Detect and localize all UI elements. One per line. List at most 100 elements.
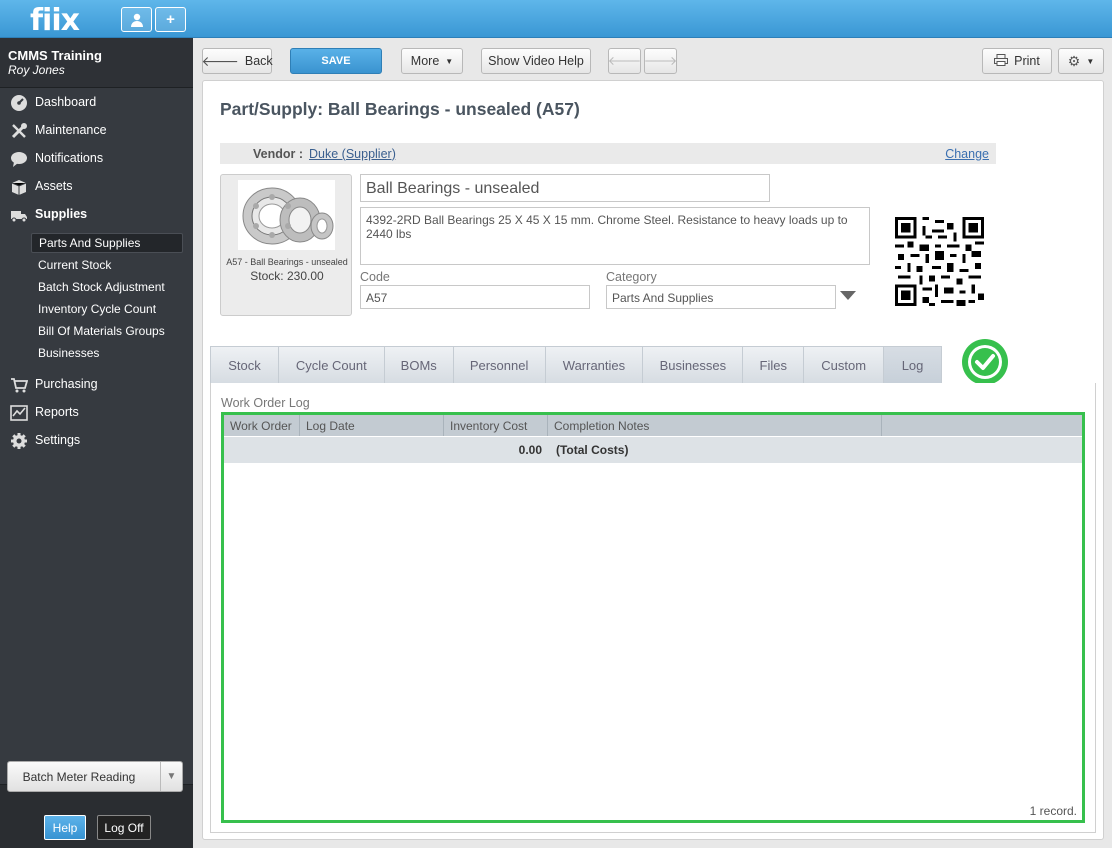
work-order-log-title: Work Order Log [221, 396, 310, 410]
caret-down-icon: ▼ [1086, 56, 1095, 66]
save-button[interactable]: SAVE [290, 48, 382, 74]
prev-record-button[interactable]: 🡐 [608, 48, 641, 74]
nav-purchasing[interactable]: Purchasing [0, 371, 193, 397]
ball-bearing-image [238, 180, 335, 250]
batch-meter-reading-label: Batch Meter Reading [22, 769, 136, 784]
nav-label: Settings [35, 433, 81, 447]
next-record-button[interactable]: 🡒 [644, 48, 677, 74]
vendor-bar: Vendor : Duke (Supplier) Change [220, 143, 996, 164]
page-title: Part/Supply: Ball Bearings - unsealed (A… [220, 99, 580, 119]
gear-icon [9, 431, 28, 450]
code-input[interactable]: A57 [360, 285, 590, 309]
tab-stock[interactable]: Stock [211, 347, 279, 383]
user-name[interactable]: Roy Jones [8, 63, 185, 77]
work-order-log-table: Work Order Log Date Inventory Cost Compl… [221, 412, 1085, 823]
nav-settings[interactable]: Settings [0, 427, 193, 453]
back-label: Back [244, 54, 273, 68]
dashboard-icon [9, 93, 28, 112]
sidebar-header: CMMS Training Roy Jones [0, 38, 193, 88]
tab-custom[interactable]: Custom [804, 347, 885, 383]
fiix-logo[interactable]: fiix [30, 3, 80, 38]
sub-batch-stock-adjustment[interactable]: Batch Stock Adjustment [31, 277, 183, 297]
more-label: More [410, 54, 440, 68]
nav-supplies[interactable]: Supplies [0, 201, 193, 227]
tab-personnel[interactable]: Personnel [454, 347, 546, 383]
part-name-input[interactable]: Ball Bearings - unsealed [360, 174, 770, 202]
nav-label: Notifications [35, 151, 104, 165]
tab-boms[interactable]: BOMs [385, 347, 454, 383]
sub-bill-of-materials-groups[interactable]: Bill Of Materials Groups [31, 321, 183, 341]
record-count: 1 record. [1029, 804, 1077, 818]
chart-icon [9, 403, 28, 422]
nav-notifications[interactable]: Notifications [0, 145, 193, 171]
part-image-card[interactable]: A57 - Ball Bearings - unsealed Stock: 23… [220, 174, 352, 316]
company-name: CMMS Training [8, 48, 102, 63]
nav-maintenance[interactable]: Maintenance [0, 117, 193, 143]
nav-label: Assets [35, 179, 73, 193]
table-header: Work Order Log Date Inventory Cost Compl… [224, 415, 1082, 436]
record-tabs: Stock Cycle Count BOMs Personnel Warrant… [210, 346, 942, 383]
tab-files[interactable]: Files [743, 347, 805, 383]
chevron-down-icon[interactable]: ▼ [160, 762, 182, 791]
stock-quantity: Stock: 230.00 [250, 269, 324, 283]
total-cost-value: 0.00 [518, 443, 542, 457]
vendor-link[interactable]: Duke (Supplier) [309, 147, 396, 161]
tab-businesses[interactable]: Businesses [643, 347, 744, 383]
help-button[interactable]: Help [44, 815, 86, 840]
part-description-textarea[interactable]: 4392-2RD Ball Bearings 25 X 45 X 15 mm. … [360, 207, 870, 265]
category-dropdown-icon[interactable] [840, 291, 856, 300]
nav-dashboard[interactable]: Dashboard [0, 89, 193, 115]
settings-dropdown-button[interactable]: ⚙ ▼ [1058, 48, 1104, 74]
tab-log[interactable]: Log [884, 347, 941, 383]
tab-warranties[interactable]: Warranties [546, 347, 644, 383]
nav-reports[interactable]: Reports [0, 399, 193, 425]
arrow-right-icon: 🡒 [643, 53, 678, 68]
truck-icon [9, 205, 28, 224]
top-bar: fiix + [0, 0, 1112, 38]
arrow-left-icon: 🡐 [201, 52, 239, 69]
sub-businesses[interactable]: Businesses [31, 343, 183, 363]
arrow-left-icon: 🡐 [607, 53, 642, 68]
log-off-button[interactable]: Log Off [97, 815, 151, 840]
sidebar: CMMS Training Roy Jones Dashboard Mainte… [0, 38, 193, 848]
printer-icon [994, 53, 1009, 69]
user-button[interactable] [121, 7, 152, 32]
code-label: Code [360, 270, 390, 284]
nav-label: Purchasing [35, 377, 98, 391]
cart-icon [9, 375, 28, 394]
nav-label: Supplies [35, 207, 88, 221]
nav-label: Maintenance [35, 123, 107, 137]
image-caption: A57 - Ball Bearings - unsealed [226, 257, 348, 267]
add-button[interactable]: + [155, 7, 186, 32]
sub-parts-and-supplies[interactable]: Parts And Supplies [31, 233, 183, 253]
col-inventory-cost[interactable]: Inventory Cost [444, 415, 548, 436]
nav-label: Reports [35, 405, 79, 419]
category-input[interactable]: Parts And Supplies [606, 285, 836, 309]
sub-current-stock[interactable]: Current Stock [31, 255, 183, 275]
category-label: Category [606, 270, 657, 284]
box-icon [9, 177, 28, 196]
gear-icon: ⚙ [1067, 52, 1081, 69]
show-video-help-button[interactable]: Show Video Help [481, 48, 591, 74]
sub-inventory-cycle-count[interactable]: Inventory Cycle Count [31, 299, 183, 319]
chat-icon [9, 149, 28, 168]
more-button[interactable]: More ▼ [401, 48, 463, 74]
vendor-label: Vendor : [253, 146, 304, 161]
change-vendor-link[interactable]: Change [945, 147, 989, 161]
col-completion-notes[interactable]: Completion Notes [548, 415, 882, 436]
user-icon [130, 13, 143, 27]
print-label: Print [1014, 54, 1040, 68]
col-work-order[interactable]: Work Order [224, 415, 300, 436]
nav-assets[interactable]: Assets [0, 173, 193, 199]
print-button[interactable]: Print [982, 48, 1052, 74]
nav-label: Dashboard [35, 95, 97, 109]
batch-meter-reading-button[interactable]: Batch Meter Reading ▼ [7, 761, 183, 792]
qr-code-image [895, 217, 984, 306]
col-extra [882, 415, 1082, 436]
col-log-date[interactable]: Log Date [300, 415, 444, 436]
tab-cycle-count[interactable]: Cycle Count [279, 347, 385, 383]
checkmark-badge-icon [960, 337, 1010, 387]
tools-icon [9, 121, 28, 140]
caret-down-icon: ▼ [445, 56, 454, 66]
back-button[interactable]: 🡐 Back [201, 48, 273, 74]
